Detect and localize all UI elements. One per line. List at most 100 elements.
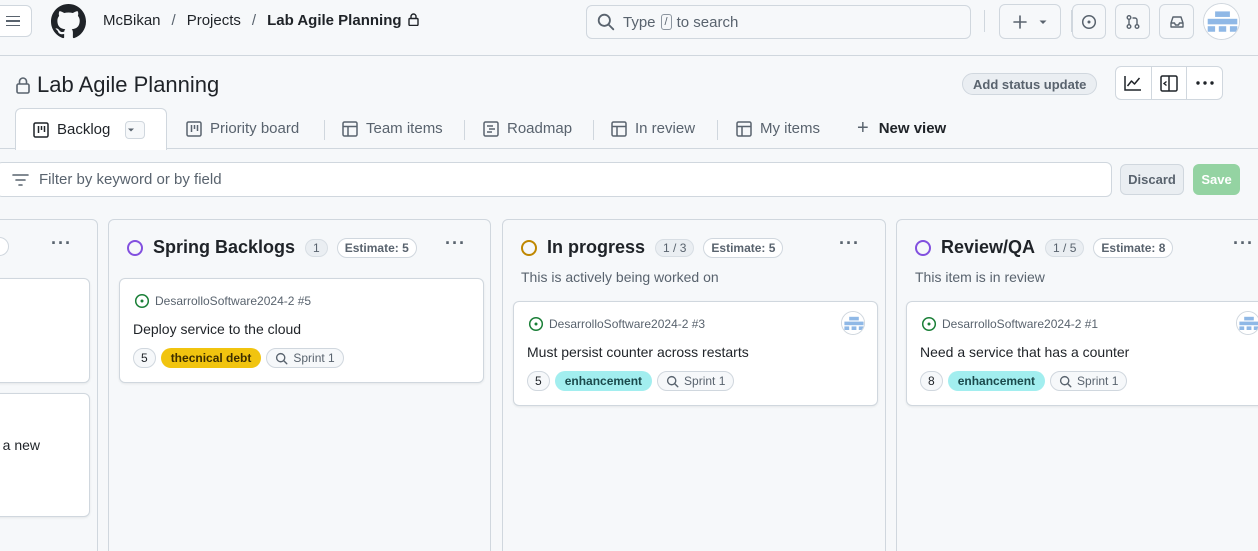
github-logo-icon[interactable] <box>51 4 86 39</box>
filter-icon <box>12 173 29 186</box>
issues-icon <box>1081 14 1097 29</box>
column-name: In progress <box>547 237 646 257</box>
issues-button[interactable] <box>1072 4 1106 39</box>
breadcrumb-current[interactable]: Lab Agile Planning <box>267 12 401 29</box>
new-view-label: New view <box>878 120 947 137</box>
label-badge[interactable]: enhancement <box>554 371 653 391</box>
issue-open-icon <box>134 293 150 309</box>
card-fields: 8 enhancement Sprint 1 <box>920 371 1128 391</box>
side-panel-button[interactable] <box>1152 67 1188 99</box>
card-title: o a new <box>0 437 41 453</box>
iteration-icon <box>666 375 679 387</box>
pull-requests-button[interactable] <box>1115 4 1150 39</box>
sprint-badge[interactable]: Sprint 1 <box>657 371 735 391</box>
search-shortcut-key: / <box>660 14 672 30</box>
tab-divider <box>464 120 465 140</box>
search-prefix: Type <box>623 13 656 31</box>
save-button[interactable]: Save <box>1193 164 1240 195</box>
project-title: Lab Agile Planning <box>15 72 219 98</box>
breadcrumb: McBikan / Projects / Lab Agile Planning <box>103 12 419 29</box>
discard-button[interactable]: Discard <box>1120 164 1184 195</box>
more-options-button[interactable] <box>1187 67 1222 99</box>
card-title[interactable]: Must persist counter across restarts <box>527 344 749 360</box>
card-reference[interactable]: DesarrolloSoftware2024-2 #3 <box>528 316 705 332</box>
insights-button[interactable] <box>1116 67 1152 99</box>
tab-in-review[interactable]: In review <box>611 108 695 149</box>
column-estimate: Estimate: 5 <box>336 237 417 258</box>
tab-my-items[interactable]: My items <box>736 108 820 149</box>
tab-roadmap[interactable]: Roadmap <box>483 108 572 149</box>
breadcrumb-separator: / <box>251 12 257 29</box>
divider <box>984 10 985 32</box>
issue-card[interactable]: DesarrolloSoftware2024-2 #5 Deploy servi… <box>119 278 484 383</box>
project-title-text: Lab Agile Planning <box>37 72 220 97</box>
card-title[interactable]: Need a service that has a counter <box>920 344 1129 360</box>
issue-card[interactable]: DesarrolloSoftware2024-2 #1 Need a servi… <box>906 301 1258 406</box>
lock-icon <box>407 13 419 26</box>
user-avatar[interactable] <box>1203 3 1240 40</box>
column-menu-button[interactable]: ··· <box>1233 233 1254 254</box>
filter-input[interactable]: Filter by keyword or by field <box>0 162 1112 197</box>
global-header: McBikan / Projects / Lab Agile Planning … <box>0 0 1258 44</box>
column-header: Spring Backlogs 1 Estimate: 5 <box>127 237 417 258</box>
estimate-badge: 5 <box>133 348 156 368</box>
column-description: This is actively being worked on <box>521 269 719 285</box>
issue-open-icon <box>921 316 937 332</box>
board-column-in-progress: In progress 1 / 3 Estimate: 5 ··· This i… <box>502 219 886 551</box>
tab-team-items[interactable]: Team items <box>342 108 443 149</box>
tab-backlog[interactable]: Backlog <box>15 108 167 150</box>
card-reference[interactable]: DesarrolloSoftware2024-2 #5 <box>134 293 311 309</box>
status-circle-icon <box>915 239 931 256</box>
status-circle-icon <box>521 239 537 256</box>
issue-card[interactable]: DesarrolloSoftware2024-2 #3 Must persist… <box>513 301 878 406</box>
tab-divider <box>593 120 594 140</box>
column-count: 1 <box>305 238 328 257</box>
column-menu-button[interactable]: ··· <box>839 233 860 254</box>
tab-priority-board[interactable]: Priority board <box>186 108 299 149</box>
breadcrumb-projects[interactable]: Projects <box>187 12 241 29</box>
column-count: 1 / 3 <box>655 238 695 257</box>
card-title[interactable]: Deploy service to the cloud <box>133 321 301 337</box>
card-reference-text: DesarrolloSoftware2024-2 #5 <box>155 294 312 308</box>
tab-label: In review <box>635 120 696 137</box>
chevron-down-icon <box>128 128 135 131</box>
search-input[interactable]: Type / to search <box>586 5 971 39</box>
card-reference[interactable]: DesarrolloSoftware2024-2 #1 <box>921 316 1098 332</box>
breadcrumb-owner[interactable]: McBikan <box>103 12 161 29</box>
iteration-icon <box>276 352 288 364</box>
inbox-button[interactable] <box>1159 4 1194 39</box>
tab-options-button[interactable] <box>125 120 146 139</box>
label-badge[interactable]: enhancement <box>947 371 1046 391</box>
card-reference-text: DesarrolloSoftware2024-2 #3 <box>549 317 706 331</box>
board-column-review-qa: Review/QA 1 / 5 Estimate: 8 ··· This ite… <box>896 219 1258 551</box>
card-partial[interactable]: o a new <box>0 393 90 517</box>
assignee-avatar[interactable] <box>841 311 865 335</box>
card-partial[interactable] <box>0 278 90 383</box>
column-estimate: Estimate: 8 <box>1093 237 1174 258</box>
sprint-badge[interactable]: Sprint 1 <box>266 348 344 368</box>
sprint-badge[interactable]: Sprint 1 <box>1050 371 1128 391</box>
view-tabs: Backlog Priority board Team items Roadma… <box>0 108 1258 150</box>
hamburger-icon[interactable] <box>0 5 32 37</box>
tab-divider <box>717 120 718 140</box>
column-menu-button[interactable]: ··· <box>445 233 466 254</box>
column-header: Review/QA 1 / 5 Estimate: 8 <box>915 237 1174 258</box>
table-icon <box>736 120 752 137</box>
card-fields: 5 thecnical debt Sprint 1 <box>133 348 344 368</box>
issue-open-icon <box>528 316 544 332</box>
column-menu-button[interactable]: ··· <box>51 233 72 254</box>
column-estimate: Estimate: 5 <box>703 237 784 258</box>
assignee-avatar[interactable] <box>1236 311 1258 335</box>
create-new-button[interactable] <box>999 4 1061 39</box>
sprint-label: Sprint 1 <box>684 374 726 388</box>
board-icon <box>186 120 202 137</box>
sprint-label: Sprint 1 <box>293 351 335 365</box>
column-count-badge-partial <box>0 237 9 256</box>
side-panel-icon <box>1160 74 1178 92</box>
add-status-update-button[interactable]: Add status update <box>962 73 1098 95</box>
search-icon <box>597 13 615 31</box>
column-header: In progress 1 / 3 Estimate: 5 <box>521 237 784 258</box>
pull-request-icon <box>1126 14 1139 29</box>
label-badge[interactable]: thecnical debt <box>160 348 262 368</box>
new-view-button[interactable]: + New view <box>857 108 946 149</box>
